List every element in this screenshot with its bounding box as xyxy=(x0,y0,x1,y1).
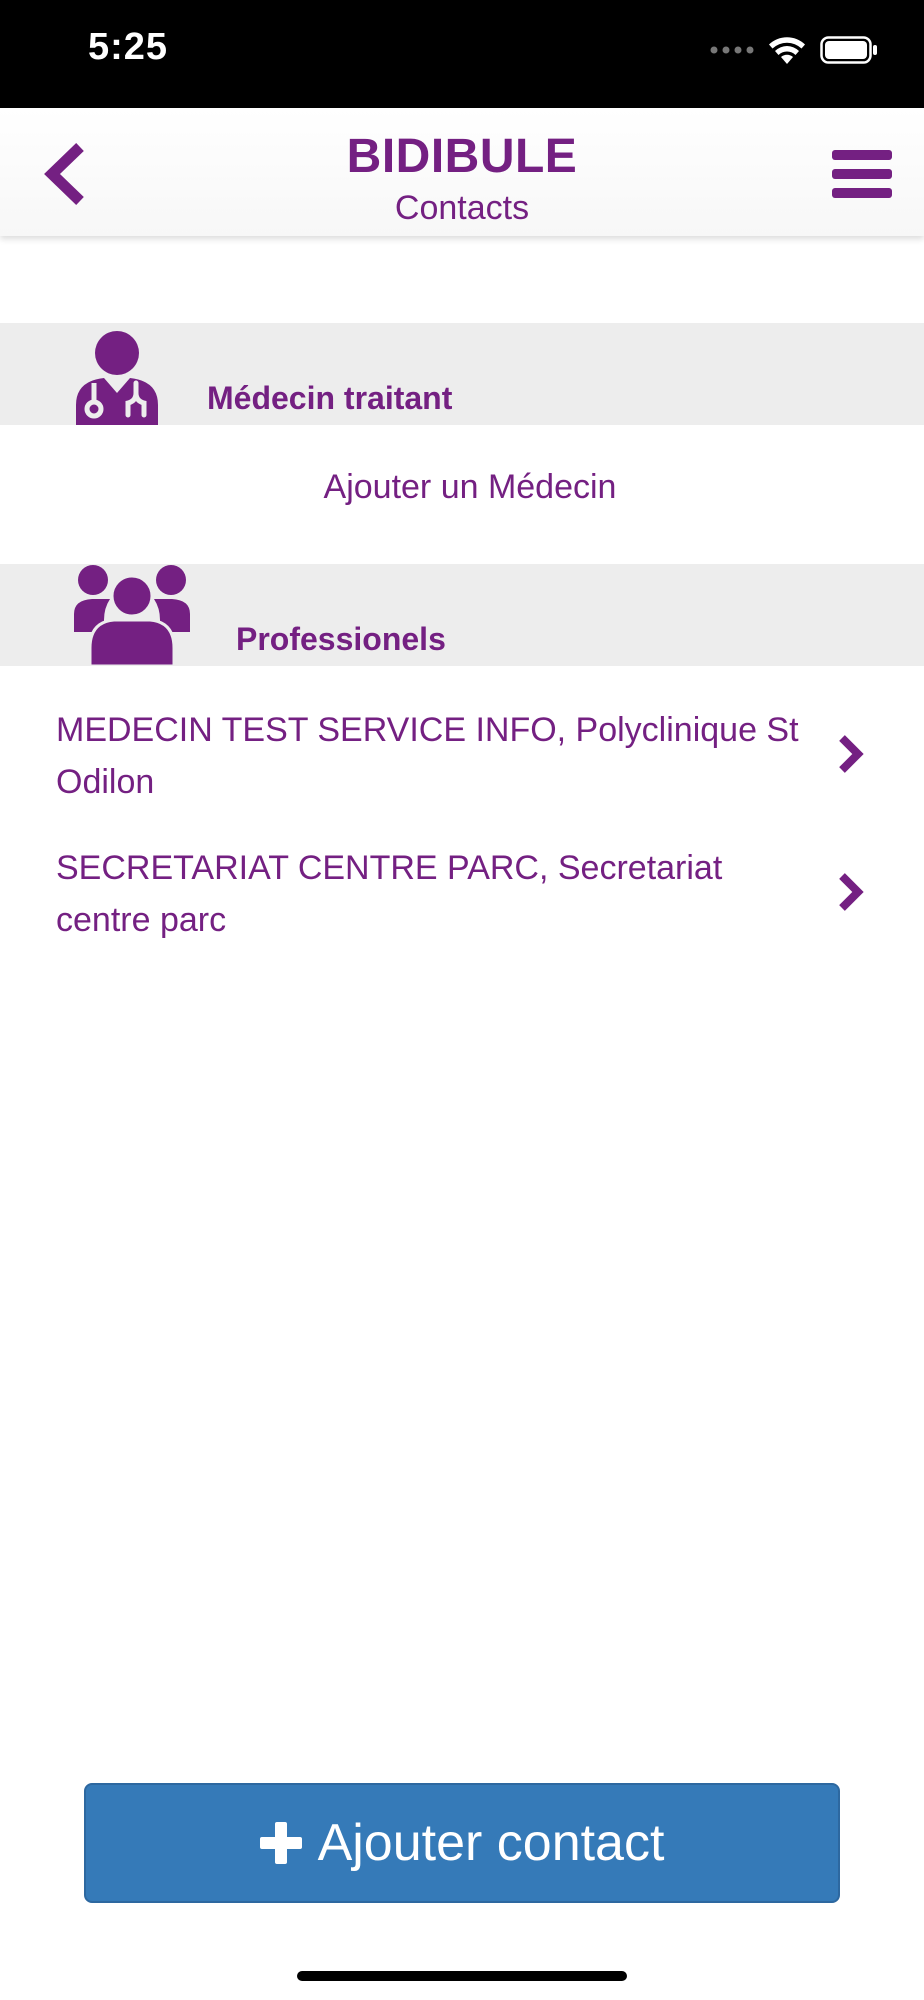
hamburger-menu-icon xyxy=(832,150,892,198)
chevron-left-icon xyxy=(44,143,84,205)
wifi-icon xyxy=(769,37,805,64)
status-icons xyxy=(710,30,878,70)
section-title-professionals: Professionels xyxy=(236,621,446,657)
section-header-professionals: Professionels xyxy=(0,564,924,666)
status-time: 5:25 xyxy=(88,26,169,68)
back-button[interactable] xyxy=(30,134,100,214)
contact-label: MEDECIN TEST SERVICE INFO, Polyclinique … xyxy=(56,711,799,801)
app-title: BIDIBULE xyxy=(346,130,578,183)
contact-row[interactable]: MEDECIN TEST SERVICE INFO, Polyclinique … xyxy=(0,700,924,814)
chevron-right-icon xyxy=(839,735,864,773)
section-header-doctor: Médecin traitant xyxy=(0,323,924,425)
plus-icon xyxy=(259,1822,302,1864)
add-doctor-link[interactable]: Ajouter un Médecin xyxy=(0,465,924,509)
group-users-icon xyxy=(74,565,190,666)
section-title-doctor: Médecin traitant xyxy=(207,380,453,416)
nav-bar: BIDIBULE Contacts xyxy=(0,108,924,236)
doctor-stethoscope-icon xyxy=(76,331,158,425)
contact-label: SECRETARIAT CENTRE PARC, Secretariat cen… xyxy=(56,849,723,939)
home-indicator[interactable] xyxy=(297,1971,627,1981)
add-contact-button[interactable]: Ajouter contact xyxy=(84,1783,840,1903)
menu-button[interactable] xyxy=(830,144,894,204)
contact-row[interactable]: SECRETARIAT CENTRE PARC, Secretariat cen… xyxy=(0,838,924,952)
add-contact-label: Ajouter contact xyxy=(317,1814,665,1872)
status-bar: 5:25 xyxy=(0,0,924,108)
signal-dots-icon xyxy=(710,46,754,54)
chevron-right-icon xyxy=(839,873,864,911)
page-title: Contacts xyxy=(394,189,530,227)
battery-icon xyxy=(820,36,877,64)
